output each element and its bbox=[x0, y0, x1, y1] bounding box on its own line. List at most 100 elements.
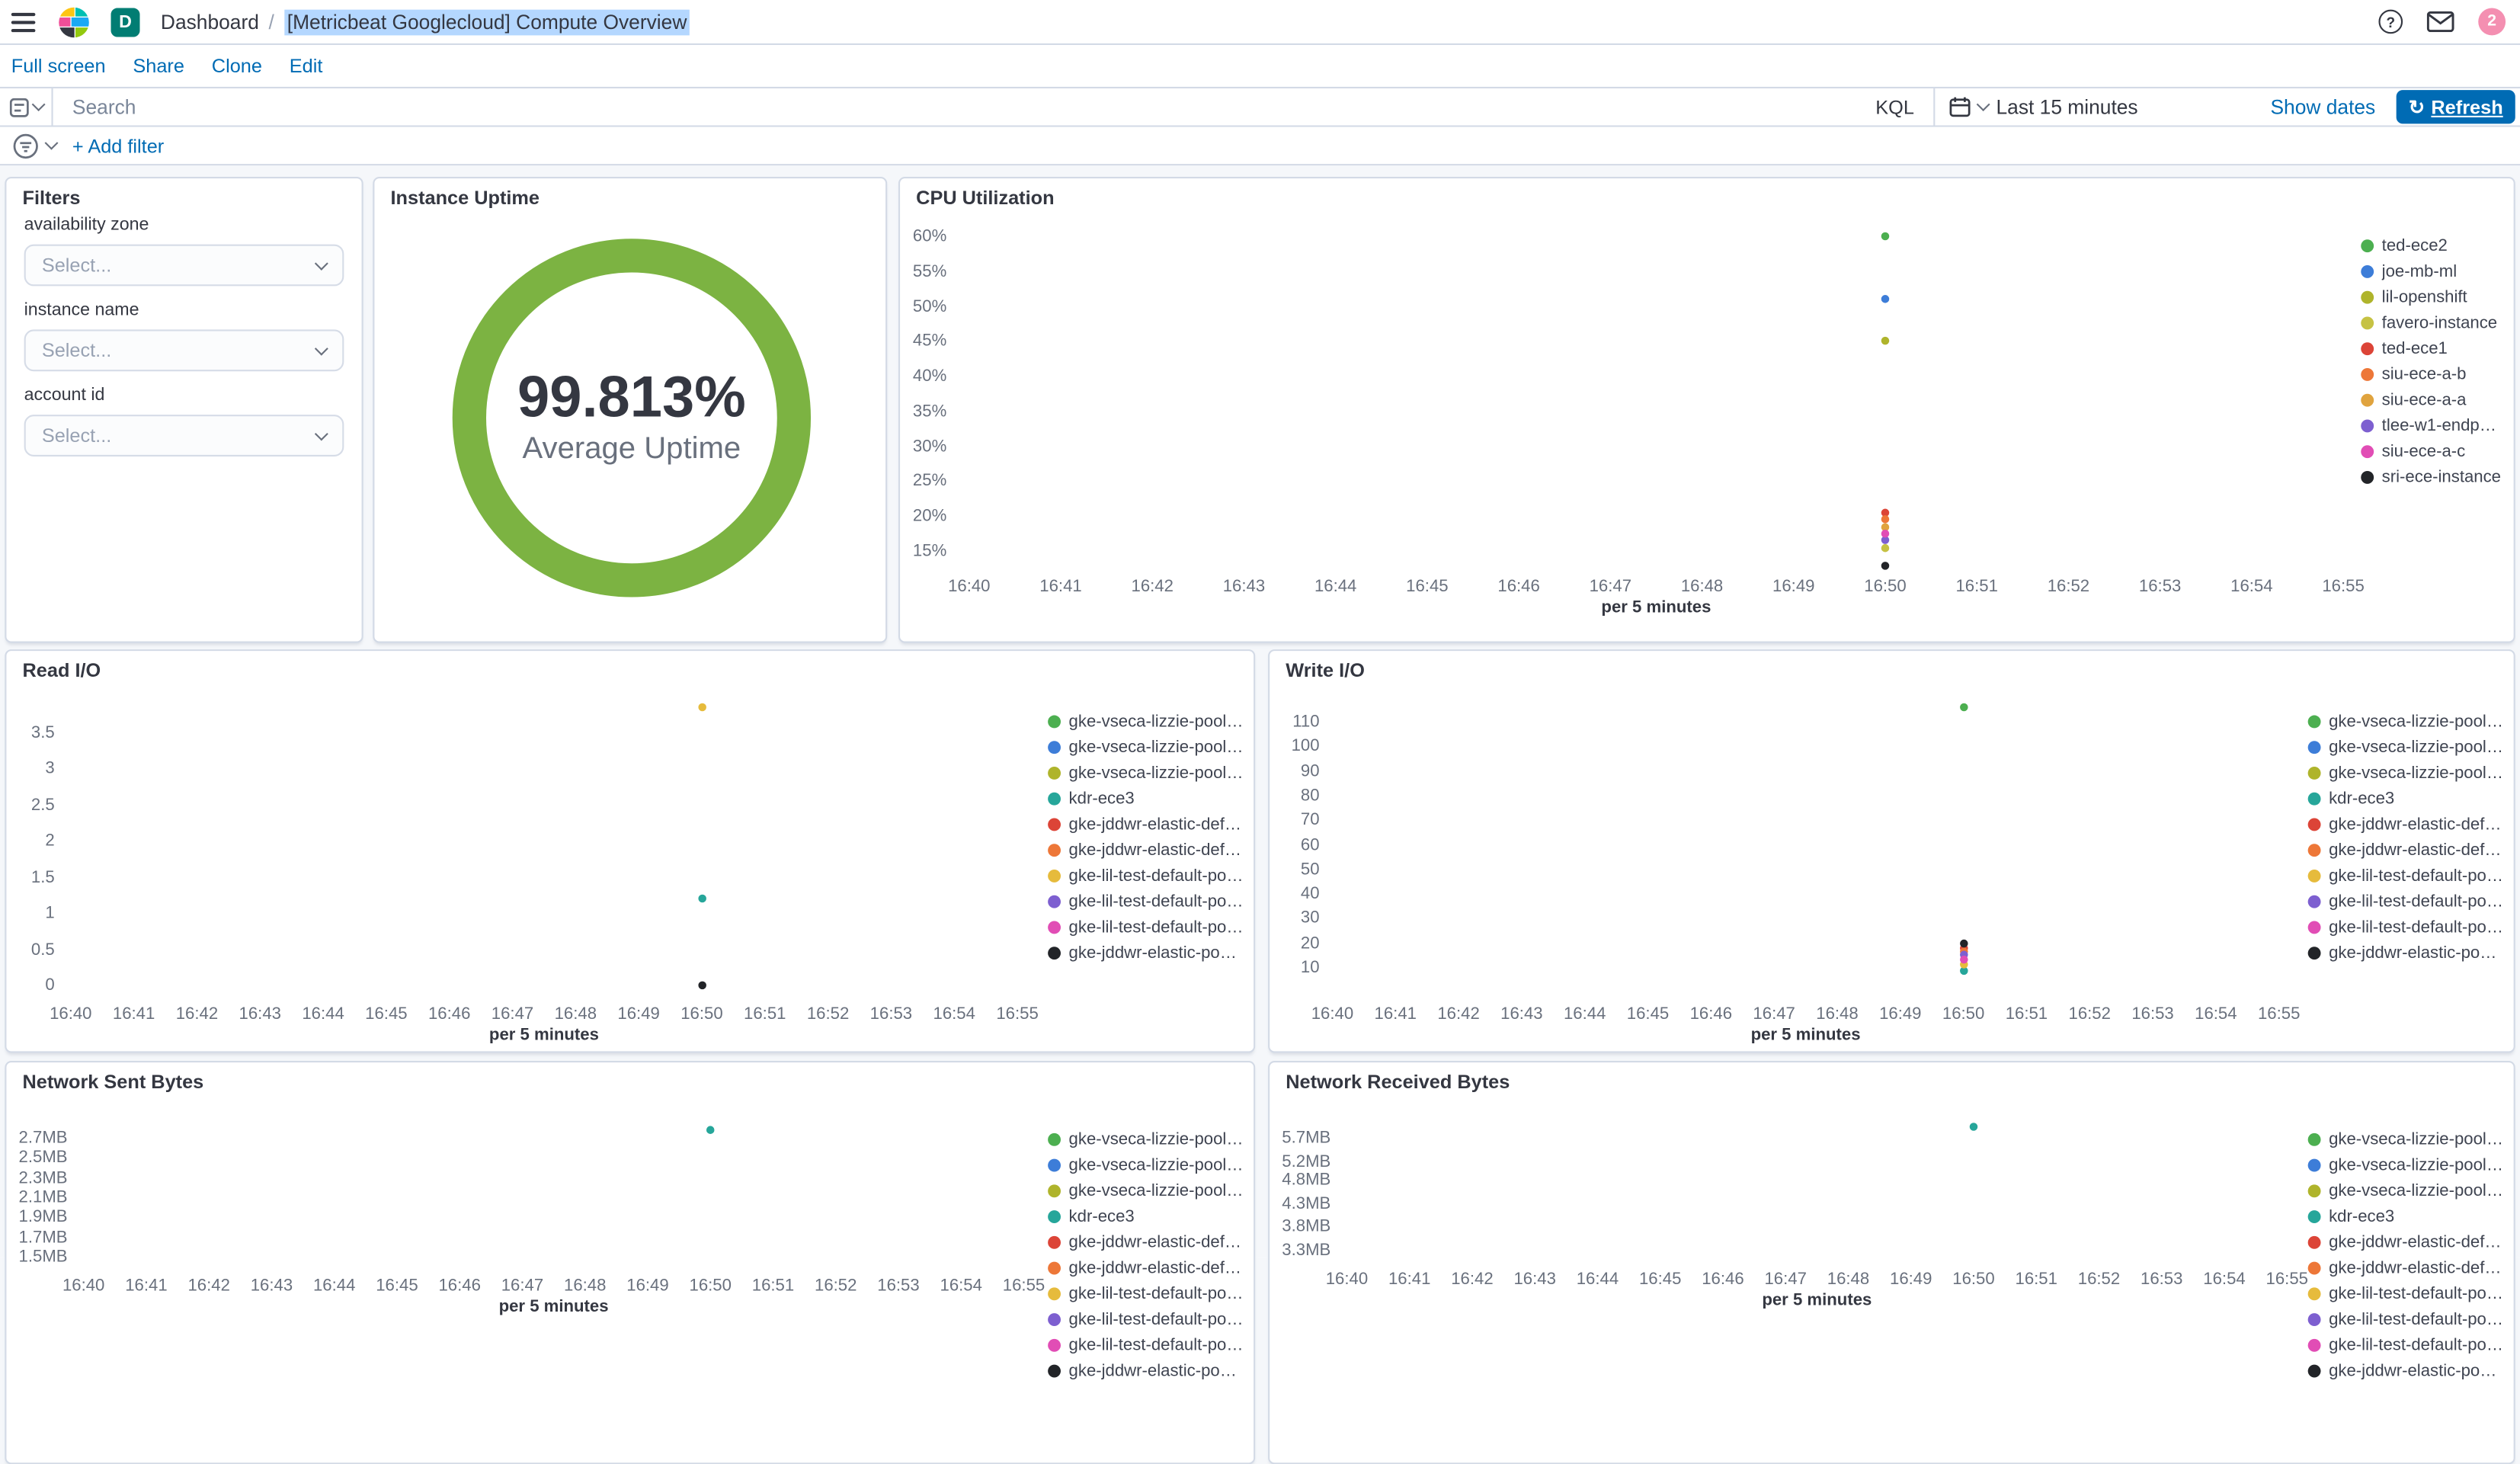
legend-item[interactable]: gke-jddwr-elastic-default-po… bbox=[2307, 838, 2504, 863]
availability-zone-select[interactable]: Select... bbox=[24, 244, 344, 287]
legend-item[interactable]: gke-jddwr-elastic-default-po… bbox=[1048, 838, 1244, 863]
legend-label: gke-lil-test-default-pool-c1e… bbox=[2329, 892, 2504, 911]
y-tick-label: 1.7MB bbox=[18, 1227, 68, 1247]
help-icon[interactable] bbox=[2378, 9, 2403, 34]
filter-icon[interactable] bbox=[13, 133, 39, 159]
legend-item[interactable]: favero-instance bbox=[2361, 310, 2504, 336]
legend-label: kdr-ece3 bbox=[1068, 789, 1135, 809]
x-tick-label: 16:51 bbox=[1955, 577, 1998, 597]
legend-item[interactable]: gke-vseca-lizzie-pool-1-c417… bbox=[2307, 735, 2504, 761]
legend-label: gke-vseca-lizzie-pool-1-630… bbox=[1068, 763, 1244, 783]
legend-item[interactable]: gke-lil-test-default-pool-c1e… bbox=[1048, 915, 1244, 940]
legend-item[interactable]: gke-vseca-lizzie-pool-1-1877… bbox=[2307, 709, 2504, 735]
x-tick-label: 16:51 bbox=[744, 1004, 786, 1024]
legend-item[interactable]: gke-lil-test-default-pool-c1e… bbox=[1048, 863, 1244, 889]
legend-item[interactable]: gke-lil-test-default-pool-c1e… bbox=[1048, 1307, 1244, 1333]
legend-item[interactable]: gke-vseca-lizzie-pool-1-630… bbox=[2307, 761, 2504, 786]
legend-item[interactable]: gke-lil-test-default-pool-c1e… bbox=[2307, 1307, 2504, 1333]
chart-legend: gke-vseca-lizzie-pool-1-1877… gke-vseca-l… bbox=[2307, 1126, 2504, 1384]
legend-item[interactable]: ted-ece2 bbox=[2361, 233, 2504, 259]
panel-title[interactable]: Instance Uptime bbox=[391, 187, 540, 210]
legend-item[interactable]: kdr-ece3 bbox=[2307, 1204, 2504, 1230]
x-tick-label: 16:45 bbox=[376, 1276, 418, 1296]
dashboard-toolbar: Full screen Share Clone Edit bbox=[0, 45, 2520, 89]
add-filter-button[interactable]: + Add filter bbox=[72, 134, 164, 157]
legend-item[interactable]: gke-jddwr-elastic-pool-3-74… bbox=[2307, 940, 2504, 966]
share-link[interactable]: Share bbox=[133, 55, 184, 78]
query-language-button[interactable]: KQL bbox=[1856, 88, 1933, 126]
legend-item[interactable]: sri-ece-instance bbox=[2361, 465, 2504, 491]
legend-item[interactable]: gke-vseca-lizzie-pool-1-1877… bbox=[2307, 1126, 2504, 1152]
data-point bbox=[1881, 337, 1890, 346]
legend-item[interactable]: lil-openshift bbox=[2361, 284, 2504, 310]
elastic-logo-icon[interactable] bbox=[58, 5, 90, 37]
legend-item[interactable]: gke-lil-test-default-pool-c1e… bbox=[2307, 915, 2504, 940]
x-tick-label: 16:41 bbox=[1388, 1270, 1431, 1289]
y-tick-label: 110 bbox=[1292, 712, 1320, 732]
user-avatar[interactable]: 2 bbox=[2478, 8, 2506, 36]
search-input[interactable] bbox=[69, 94, 1840, 120]
x-tick-label: 16:43 bbox=[250, 1276, 293, 1296]
legend-item[interactable]: gke-jddwr-elastic-default-po… bbox=[2307, 1255, 2504, 1281]
edit-link[interactable]: Edit bbox=[290, 55, 323, 78]
legend-item[interactable]: gke-jddwr-elastic-pool-3-74… bbox=[1048, 1358, 1244, 1384]
legend-item[interactable]: gke-vseca-lizzie-pool-1-630… bbox=[1048, 761, 1244, 786]
panel-title[interactable]: Filters bbox=[23, 187, 81, 210]
time-range-value[interactable]: Last 15 minutes bbox=[1996, 95, 2138, 118]
full-screen-link[interactable]: Full screen bbox=[11, 55, 106, 78]
legend-item[interactable]: gke-jddwr-elastic-default-po… bbox=[2307, 812, 2504, 838]
legend-item[interactable]: siu-ece-a-a bbox=[2361, 387, 2504, 413]
legend-item[interactable]: tlee-w1-endpoint bbox=[2361, 413, 2504, 439]
legend-item[interactable]: gke-jddwr-elastic-pool-3-74… bbox=[1048, 940, 1244, 966]
data-point bbox=[1881, 530, 1890, 538]
x-tick-label: 16:55 bbox=[996, 1004, 1039, 1024]
date-picker[interactable]: Last 15 minutes Show dates bbox=[1933, 88, 2390, 126]
legend-item[interactable]: gke-lil-test-default-pool-c1e… bbox=[1048, 889, 1244, 915]
x-tick-label: 16:46 bbox=[438, 1276, 481, 1296]
legend-item[interactable]: gke-jddwr-elastic-pool-3-74… bbox=[2307, 1358, 2504, 1384]
y-tick-label: 0 bbox=[45, 975, 55, 995]
chevron-down-icon bbox=[314, 426, 328, 440]
x-axis-title: per 5 minutes bbox=[1601, 597, 1711, 617]
legend-item[interactable]: gke-lil-test-default-pool-c1e… bbox=[2307, 889, 2504, 915]
refresh-button[interactable]: ↻ Refresh bbox=[2396, 90, 2515, 124]
legend-item[interactable]: gke-lil-test-default-pool-c1e… bbox=[1048, 1332, 1244, 1358]
legend-item[interactable]: siu-ece-a-c bbox=[2361, 439, 2504, 465]
legend-item[interactable]: gke-vseca-lizzie-pool-1-c417… bbox=[1048, 1152, 1244, 1178]
saved-query-menu-button[interactable] bbox=[0, 88, 53, 126]
legend-item[interactable]: gke-vseca-lizzie-pool-1-630… bbox=[2307, 1178, 2504, 1204]
legend-item[interactable]: gke-jddwr-elastic-default-po… bbox=[1048, 1255, 1244, 1281]
show-dates-link[interactable]: Show dates bbox=[2270, 95, 2375, 118]
legend-item[interactable]: siu-ece-a-b bbox=[2361, 362, 2504, 388]
legend-item[interactable]: gke-lil-test-default-pool-c1e… bbox=[1048, 1281, 1244, 1307]
legend-item[interactable]: ted-ece1 bbox=[2361, 336, 2504, 362]
legend-item[interactable]: gke-jddwr-elastic-default-po… bbox=[1048, 1229, 1244, 1255]
legend-item[interactable]: gke-vseca-lizzie-pool-1-c417… bbox=[2307, 1152, 2504, 1178]
data-point bbox=[697, 703, 706, 712]
legend-item[interactable]: gke-jddwr-elastic-default-po… bbox=[1048, 812, 1244, 838]
legend-item[interactable]: gke-vseca-lizzie-pool-1-c417… bbox=[1048, 735, 1244, 761]
legend-item[interactable]: gke-lil-test-default-pool-c1e… bbox=[2307, 863, 2504, 889]
clone-link[interactable]: Clone bbox=[212, 55, 262, 78]
chevron-down-icon[interactable] bbox=[44, 136, 59, 150]
legend-item[interactable]: gke-vseca-lizzie-pool-1-630… bbox=[1048, 1178, 1244, 1204]
legend-item[interactable]: kdr-ece3 bbox=[1048, 786, 1244, 812]
legend-item[interactable]: gke-vseca-lizzie-pool-1-1877… bbox=[1048, 709, 1244, 735]
legend-item[interactable]: kdr-ece3 bbox=[1048, 1204, 1244, 1230]
legend-item[interactable]: gke-lil-test-default-pool-c1e… bbox=[2307, 1281, 2504, 1307]
legend-item[interactable]: gke-vseca-lizzie-pool-1-1877… bbox=[1048, 1126, 1244, 1152]
instance-name-select[interactable]: Select... bbox=[24, 329, 344, 372]
chevron-down-icon bbox=[314, 255, 328, 270]
menu-icon[interactable] bbox=[11, 7, 37, 36]
breadcrumb-dashboard-link[interactable]: Dashboard bbox=[161, 11, 259, 34]
space-badge[interactable]: D bbox=[110, 7, 140, 37]
y-tick-label: 90 bbox=[1300, 761, 1320, 781]
x-tick-label: 16:49 bbox=[617, 1004, 660, 1024]
panel-filters: Filters availability zone Select... inst… bbox=[5, 177, 363, 643]
account-id-select[interactable]: Select... bbox=[24, 415, 344, 456]
mail-icon[interactable] bbox=[2426, 11, 2454, 33]
legend-item[interactable]: kdr-ece3 bbox=[2307, 786, 2504, 812]
legend-item[interactable]: joe-mb-ml bbox=[2361, 259, 2504, 285]
legend-item[interactable]: gke-lil-test-default-pool-c1e… bbox=[2307, 1332, 2504, 1358]
legend-item[interactable]: gke-jddwr-elastic-default-po… bbox=[2307, 1229, 2504, 1255]
